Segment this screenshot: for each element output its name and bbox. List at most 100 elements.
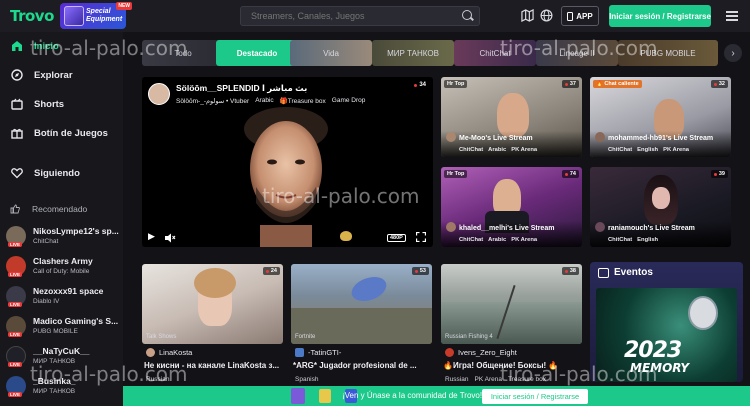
stream-card[interactable]: 53 Fortnite (291, 264, 432, 344)
chip-treasure[interactable]: 🎁Treasure box (280, 97, 326, 105)
card-chips: ChitChat English (608, 237, 659, 243)
stream-meta: Sölöōm-_-سولوم • Vtuber Arabic 🎁Treasure… (176, 97, 366, 105)
live-badge: LIVE (8, 272, 23, 277)
streamer-face (652, 187, 670, 209)
stream-title[interactable]: 🔥Игра! Общение! Боксы! 🔥 (443, 361, 584, 370)
stream-card[interactable]: Hr Top 74 khaled__melhi's Live Stream Ch… (441, 167, 582, 247)
globe-icon[interactable] (540, 9, 553, 22)
category-world-of-tanks[interactable]: МИР ТАНКОВ (372, 40, 454, 66)
sidebar-item-label: Inicio (34, 40, 59, 52)
volume-mute-icon[interactable] (164, 233, 176, 243)
stream-card[interactable]: 🔥 Chat caliente 32 mohammed-hb91's Live … (590, 77, 731, 157)
sidebar-item-game-loot[interactable]: Botín de Juegos (0, 121, 123, 145)
hamburger-menu-icon[interactable] (726, 11, 738, 21)
streamer-name[interactable]: -TatinGTI- (295, 348, 341, 357)
category-chitchat[interactable]: ChitChat (454, 40, 536, 66)
mascot-icon (291, 388, 305, 404)
stream-card[interactable]: 39 raniamouch's Live Stream ChitChat Engl… (590, 167, 731, 247)
trovo-logo[interactable]: Trovo (10, 7, 54, 25)
card-chips: Russian (146, 376, 170, 383)
gift-icon (10, 127, 23, 140)
sidebar-item-label: Botín de Juegos (34, 127, 108, 139)
special-equipment-promo[interactable]: Special Equipment NEW (60, 2, 132, 29)
sidebar-item-shorts[interactable]: Shorts (0, 92, 123, 116)
stream-card[interactable]: Hr Top 37 Me-Moo's Live Stream ChitChat A… (441, 77, 582, 157)
app-download-button[interactable]: APP (561, 6, 599, 26)
card-info: khaled__melhi's Live Stream ChitChat Arab… (441, 221, 582, 247)
live-badge: LIVE (8, 362, 23, 367)
sidebar-item-following[interactable]: Siguiendo (0, 161, 123, 185)
card-info: raniamouch's Live Stream ChitChat English (590, 221, 731, 247)
promo-text: Special Equipment (86, 8, 123, 23)
login-register-button[interactable]: Iniciar sesión / Registrarse (609, 5, 711, 27)
streamer-avatar[interactable] (148, 83, 170, 105)
search-input[interactable] (240, 6, 480, 26)
card-chips: Russian PK Arena Treasure box (445, 376, 547, 383)
app-label: APP (576, 11, 593, 21)
heart-reaction-icon[interactable] (340, 231, 352, 241)
sidebar-item-explore[interactable]: Explorar (0, 63, 123, 87)
featured-stream-player[interactable]: Sölöōm__SPLENDID بث مباشر ا Sölöōm-_-سول… (142, 77, 433, 247)
recommended-channel[interactable]: LIVE Clashers Army Call of Duty: Mobile (6, 254, 121, 282)
category-featured[interactable]: Destacado (216, 40, 298, 66)
stream-name: mohammed-hb91's Live Stream (608, 135, 714, 142)
stream-card[interactable]: 24 Talk Shows (142, 264, 283, 344)
map-icon[interactable] (521, 9, 534, 22)
card-chips: ChitChat Arabic PK Arena (459, 237, 538, 243)
category-life[interactable]: Vida (290, 40, 372, 66)
recommended-channel[interactable]: LIVE __NaTyCuK__ МИР ТАНКОВ (6, 344, 121, 372)
stream-title[interactable]: *ARG* Jugador profesional de ... (293, 361, 434, 370)
channel-name: Madico Gaming's S... (33, 316, 119, 326)
sidebar-item-home[interactable]: Inicio (0, 34, 123, 58)
calendar-icon (598, 268, 609, 278)
search-icon[interactable] (462, 10, 472, 20)
fullscreen-icon[interactable] (416, 232, 426, 242)
category-pubg-mobile[interactable]: PUBG MOBILE (618, 40, 718, 66)
category-all[interactable]: Todo (142, 40, 224, 66)
recommended-channel[interactable]: LIVE _Businka_ МИР ТАНКОВ (6, 374, 121, 402)
avatar (445, 348, 454, 357)
chip-language[interactable]: Arabic (255, 97, 273, 105)
stream-name: khaled__melhi's Live Stream (459, 225, 555, 232)
recommended-channel[interactable]: LIVE Madico Gaming's S... PUBG MOBILE (6, 314, 121, 342)
sidebar: Inicio Explorar Shorts Botín de Juegos S… (0, 32, 123, 406)
channel-game: Diablo IV (33, 298, 60, 305)
streamer-video-frame (244, 107, 328, 247)
quality-selector[interactable]: 480P (387, 234, 406, 242)
stream-name: raniamouch's Live Stream (608, 225, 695, 232)
channel-name: NikosLympe12's sp... (33, 226, 119, 236)
channel-name: _Businka_ (33, 376, 76, 386)
equipment-chest-icon (64, 6, 84, 26)
phone-icon (567, 11, 574, 21)
events-banner[interactable]: 2023 MEMORY (596, 288, 737, 382)
streamer-name[interactable]: Ivens_Zero_Eight (445, 348, 517, 357)
chip-game-drop[interactable]: Game Drop (332, 97, 366, 105)
avatar (595, 222, 605, 232)
recommended-channel[interactable]: LIVE NikosLympe12's sp... ChitChat (6, 224, 121, 252)
banner-text: ¡Ven y Únase a la comunidad de Trovo! (342, 391, 483, 400)
home-icon (10, 40, 23, 53)
stream-title[interactable]: Sölöōm__SPLENDID بث مباشر ا (176, 83, 307, 94)
stream-card[interactable]: 38 Russian Fishing 4 (441, 264, 582, 344)
card-info: Me-Moo's Live Stream ChitChat Arabic PK Ar… (441, 131, 582, 157)
chevron-right-icon[interactable]: › (724, 44, 742, 62)
banner-login-button[interactable]: Iniciar sesión / Registrarse (482, 389, 588, 404)
sidebar-item-label: Shorts (34, 98, 65, 110)
live-badge: LIVE (8, 302, 23, 307)
channel-game: ChitChat (33, 238, 59, 245)
card-chips: ChitChat Arabic PK Arena (459, 147, 538, 153)
events-panel[interactable]: Eventos 2023 MEMORY (590, 262, 743, 382)
top-header: Trovo Special Equipment NEW APP Iniciar … (0, 0, 750, 32)
play-icon[interactable]: ▶ (148, 231, 155, 242)
live-badge: LIVE (8, 332, 23, 337)
card-chips: ChitChat English PK Arena (608, 147, 689, 153)
thumbs-up-icon (10, 204, 20, 214)
channel-game: МИР ТАНКОВ (33, 358, 76, 365)
event-year: 2023 (624, 338, 682, 363)
avatar (446, 132, 456, 142)
recommended-channel[interactable]: LIVE Nezoxxx91 space Diablo IV (6, 284, 121, 312)
category-lineage[interactable]: Lineage II (536, 40, 618, 66)
stream-title[interactable]: Не кисни - на канале LinaKosta з... (144, 361, 285, 370)
streamer-name[interactable]: LinaKosta (146, 348, 192, 357)
viewer-count: 34 (411, 81, 429, 89)
